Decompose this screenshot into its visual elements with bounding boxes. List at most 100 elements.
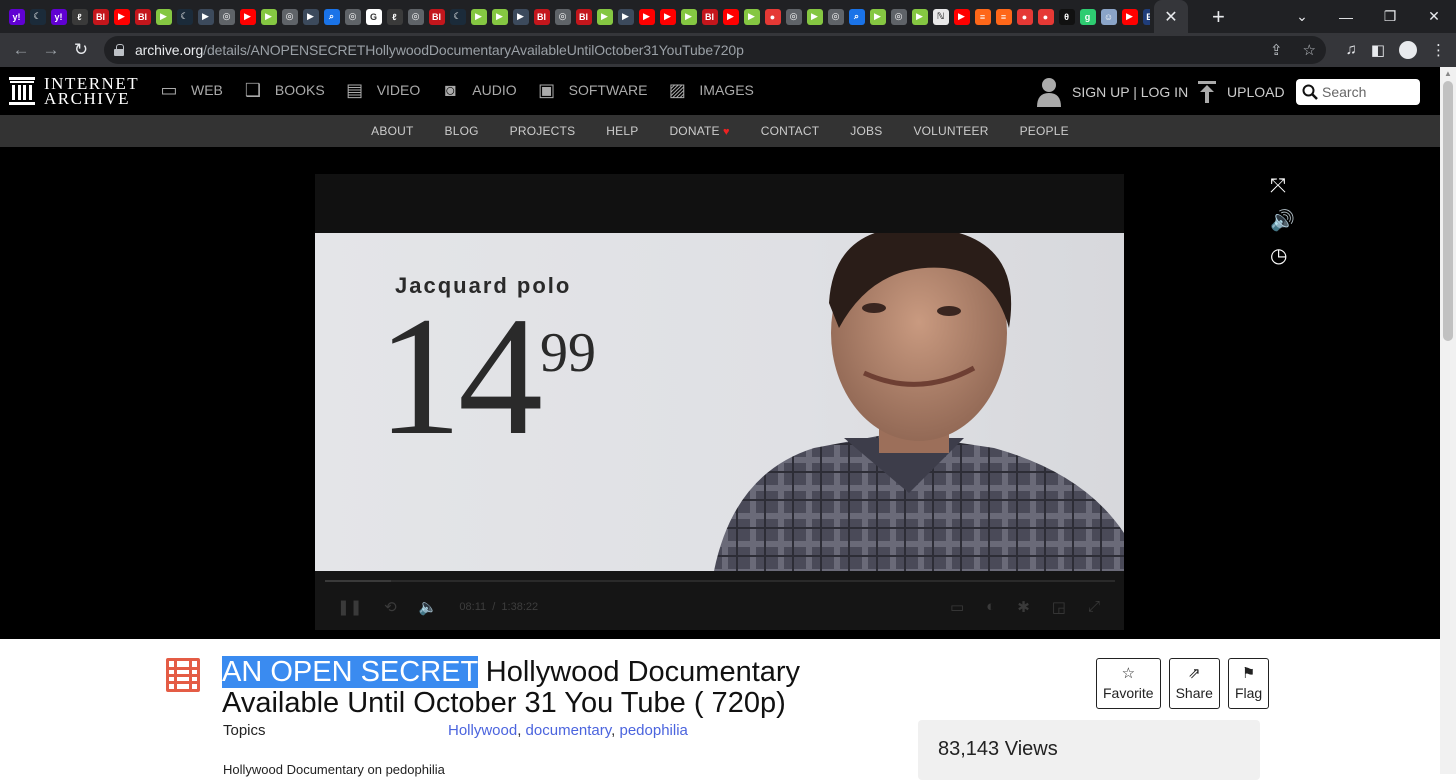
bi-favicon[interactable]: BI — [533, 8, 550, 25]
expand-icon[interactable]: ⤧ — [1270, 175, 1295, 198]
globe-favicon[interactable]: ◎ — [218, 8, 235, 25]
paper-favicon[interactable]: ℓ — [71, 8, 88, 25]
globe-favicon[interactable]: ◎ — [407, 8, 424, 25]
ia-menu-video[interactable]: ▤ VIDEO — [343, 79, 420, 101]
google-favicon[interactable]: G — [365, 8, 382, 25]
subnav-people[interactable]: PEOPLE — [1020, 124, 1069, 138]
url-text[interactable]: archive.org/details/ANOPENSECRETHollywoo… — [135, 42, 744, 58]
shield-favicon[interactable]: ☾ — [29, 8, 46, 25]
globe-favicon[interactable]: ◎ — [785, 8, 802, 25]
bi-favicon[interactable]: BI — [92, 8, 109, 25]
topic-link[interactable]: pedophilia — [620, 722, 688, 739]
rumble-favicon[interactable]: ▶ — [680, 8, 697, 25]
pause-icon[interactable]: ❚❚ — [337, 598, 362, 616]
bi-favicon[interactable]: BI — [428, 8, 445, 25]
subnav-blog[interactable]: BLOG — [445, 124, 479, 138]
odysee-favicon[interactable]: ▶ — [197, 8, 214, 25]
rumble-favicon[interactable]: ▶ — [869, 8, 886, 25]
progress-bar[interactable] — [325, 580, 1115, 582]
subnav-donate[interactable]: DONATE ♥ — [669, 124, 729, 138]
fullscreen-icon[interactable]: ⤢ — [1088, 598, 1100, 616]
reload-icon[interactable]: ↻ — [66, 40, 96, 60]
odysee-favicon[interactable]: ▶ — [617, 8, 634, 25]
address-bar[interactable]: archive.org/details/ANOPENSECRETHollywoo… — [104, 36, 1326, 64]
bi-favicon[interactable]: BI — [701, 8, 718, 25]
odysee-favicon[interactable]: ▶ — [302, 8, 319, 25]
odysee-favicon[interactable]: ▶ — [512, 8, 529, 25]
news-favicon[interactable]: ℕ — [932, 8, 949, 25]
profile-avatar[interactable] — [1399, 41, 1417, 59]
ia-logo[interactable]: INTERNET ARCHIVE — [9, 75, 139, 107]
rumble-favicon[interactable]: ▶ — [806, 8, 823, 25]
close-tab-icon[interactable]: ✕ — [1164, 7, 1177, 27]
subnav-contact[interactable]: CONTACT — [761, 124, 820, 138]
youtube-favicon[interactable]: ▶ — [113, 8, 130, 25]
search-favicon[interactable]: ⌕ — [323, 8, 340, 25]
back-icon[interactable]: ← — [6, 40, 36, 60]
subnav-help[interactable]: HELP — [606, 124, 638, 138]
subnav-projects[interactable]: PROJECTS — [510, 124, 576, 138]
rumble-favicon[interactable]: ▶ — [911, 8, 928, 25]
upload-button[interactable]: UPLOAD — [1197, 81, 1285, 103]
search-input[interactable]: Search — [1296, 79, 1420, 105]
side-panel-icon[interactable]: ◧ — [1371, 41, 1385, 59]
ia-menu-images[interactable]: ▨ IMAGES — [665, 79, 754, 101]
ia-menu-audio[interactable]: ◙ AUDIO — [438, 79, 517, 101]
youtube-favicon[interactable]: ▶ — [638, 8, 655, 25]
share-button[interactable]: ⇗ Share — [1168, 658, 1220, 709]
rumble-favicon[interactable]: ▶ — [596, 8, 613, 25]
youtube-favicon[interactable]: ▶ — [239, 8, 256, 25]
globe-favicon[interactable]: ◎ — [554, 8, 571, 25]
media-control-icon[interactable]: ♫ — [1346, 41, 1357, 59]
rumble-favicon[interactable]: ▶ — [743, 8, 760, 25]
mic-favicon[interactable]: ● — [1016, 8, 1033, 25]
close-window-icon[interactable]: ✕ — [1412, 8, 1456, 25]
subnav-jobs[interactable]: JOBS — [850, 124, 882, 138]
lock-icon[interactable] — [114, 44, 124, 56]
topic-link[interactable]: Hollywood — [448, 722, 517, 739]
subnav-volunteer[interactable]: VOLUNTEER — [913, 124, 988, 138]
paper-favicon[interactable]: ℓ — [386, 8, 403, 25]
forward-icon[interactable]: → — [36, 40, 66, 60]
mute-icon[interactable]: 🔈 — [419, 598, 438, 616]
volume-icon[interactable]: 🔊 — [1270, 208, 1295, 233]
account-area[interactable]: SIGN UP | LOG IN — [1036, 77, 1188, 107]
video-frame[interactable]: Jacquard polo 14 99 — [315, 233, 1124, 571]
new-tab-button[interactable]: + — [1212, 5, 1225, 28]
settings-icon[interactable]: ✱ — [1017, 598, 1030, 616]
tab-search-icon[interactable]: ⌄ — [1280, 8, 1324, 25]
pip-icon[interactable]: ◲ — [1052, 598, 1066, 616]
mic-favicon[interactable]: ● — [1037, 8, 1054, 25]
rewind-icon[interactable]: ⟲ — [384, 598, 397, 616]
ia-menu-web[interactable]: ▭ WEB — [157, 79, 222, 101]
subnav-about[interactable]: ABOUT — [371, 124, 413, 138]
globe-favicon[interactable]: ◎ — [890, 8, 907, 25]
search-favicon[interactable]: ⌕ — [848, 8, 865, 25]
globe-favicon[interactable]: ◎ — [827, 8, 844, 25]
globe-favicon[interactable]: ◎ — [281, 8, 298, 25]
bookmark-star-icon[interactable]: ☆ — [1303, 41, 1316, 59]
page-scrollbar[interactable]: ▲ — [1440, 67, 1456, 774]
yahoo-favicon[interactable]: y! — [50, 8, 67, 25]
yahoo-favicon[interactable]: y! — [8, 8, 25, 25]
ia-menu-software[interactable]: ▣ SOFTWARE — [535, 79, 647, 101]
bi-favicon[interactable]: BI — [134, 8, 151, 25]
rumble-favicon[interactable]: ▶ — [260, 8, 277, 25]
active-tab[interactable]: ✕ — [1154, 0, 1188, 33]
share-page-icon[interactable]: ⇪ — [1270, 41, 1283, 59]
cast-icon[interactable]: ▭ — [950, 598, 964, 616]
topic-link[interactable]: documentary — [526, 722, 612, 739]
captions-icon[interactable]: ◐ — [986, 598, 995, 616]
mic-favicon[interactable]: ● — [764, 8, 781, 25]
minimize-icon[interactable]: — — [1324, 9, 1368, 25]
dark-favicon[interactable]: θ — [1058, 8, 1075, 25]
bi-favicon[interactable]: BI — [575, 8, 592, 25]
globe-favicon[interactable]: ◎ — [344, 8, 361, 25]
flag-button[interactable]: ⚑ Flag — [1227, 658, 1270, 709]
youtube-favicon[interactable]: ▶ — [1121, 8, 1138, 25]
shield-favicon[interactable]: ☾ — [176, 8, 193, 25]
signup-login-link[interactable]: SIGN UP | LOG IN — [1072, 84, 1188, 100]
ei-favicon[interactable]: EI — [1142, 8, 1150, 25]
rumble-favicon[interactable]: ▶ — [470, 8, 487, 25]
video-player[interactable]: Jacquard polo 14 99 ❚❚ ⟲ 🔈 08:11 / 1:38:… — [315, 174, 1124, 630]
